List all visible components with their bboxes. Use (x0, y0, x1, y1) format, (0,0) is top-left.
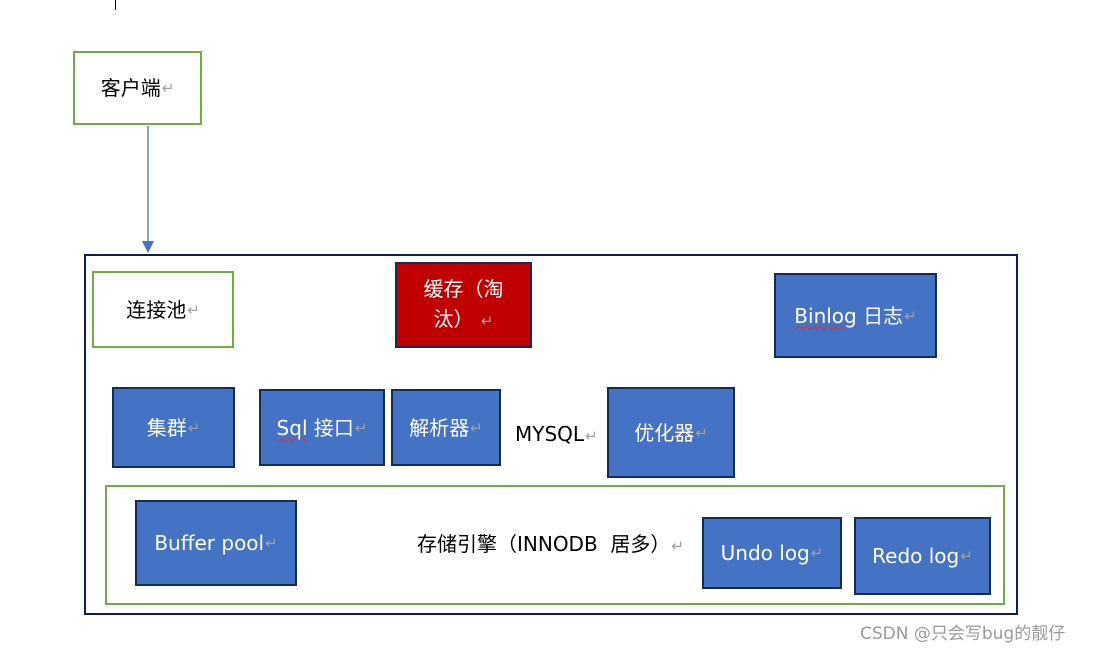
paragraph-mark-icon: ↵ (354, 418, 368, 437)
cache-label-line2-wrap: 汰） ↵ (434, 304, 494, 336)
paragraph-mark-icon: ↵ (585, 427, 598, 445)
sql-interface-label-cn: 接口 (307, 415, 354, 440)
binlog-label-cn: 日志 (856, 303, 904, 328)
buffer-pool-label: Buffer pool (154, 531, 265, 555)
paragraph-mark-icon: ↵ (265, 534, 278, 552)
paragraph-mark-icon: ↵ (671, 537, 684, 555)
mysql-label: MYSQL↵ (515, 419, 598, 451)
paragraph-mark-icon: ↵ (470, 418, 483, 437)
parser-node[interactable]: 解析器 ↵ (391, 389, 501, 466)
sql-interface-node[interactable]: Sql 接口 ↵ (259, 389, 385, 466)
redo-log-label: Redo log (872, 544, 960, 568)
buffer-pool-node[interactable]: Buffer pool ↵ (135, 500, 297, 586)
optimizer-label: 优化器 (634, 420, 695, 445)
paragraph-mark-icon: ↵ (187, 300, 200, 319)
redo-log-node[interactable]: Redo log ↵ (854, 517, 991, 595)
paragraph-mark-icon: ↵ (960, 547, 973, 565)
connection-pool-node[interactable]: 连接池 ↵ (92, 271, 234, 348)
paragraph-mark-icon: ↵ (810, 544, 824, 562)
mysql-label-text: MYSQL (515, 422, 585, 446)
parser-label: 解析器 (409, 415, 470, 440)
sql-interface-label-en: Sql (276, 415, 308, 440)
cache-node[interactable]: 缓存（淘 汰） ↵ (395, 262, 532, 348)
undo-log-node[interactable]: Undo log ↵ (702, 517, 842, 589)
optimizer-node[interactable]: 优化器 ↵ (607, 387, 735, 478)
cluster-node[interactable]: 集群 ↵ (112, 387, 235, 468)
paragraph-mark-icon: ↵ (187, 418, 201, 437)
paragraph-mark-icon: ↵ (480, 312, 494, 330)
watermark: CSDN @只会写bug的靓仔 (860, 624, 1066, 644)
cluster-label: 集群 (146, 415, 187, 440)
binlog-node[interactable]: Binlog 日志 ↵ (774, 273, 937, 358)
paragraph-mark-icon: ↵ (904, 306, 917, 325)
storage-engine-label: 存储引擎（INNODB 居多）↵ (417, 529, 684, 561)
cache-label-line1: 缓存（淘 (423, 277, 504, 301)
paragraph-mark-icon: ↵ (695, 423, 708, 442)
cache-label-line2: 汰） (433, 307, 474, 331)
undo-log-label: Undo log (720, 541, 810, 565)
connection-pool-label: 连接池 (126, 297, 187, 322)
storage-engine-label-text: 存储引擎（INNODB 居多） (417, 532, 671, 556)
arrow-head-icon (142, 241, 154, 253)
binlog-label-en: Binlog (794, 303, 857, 328)
